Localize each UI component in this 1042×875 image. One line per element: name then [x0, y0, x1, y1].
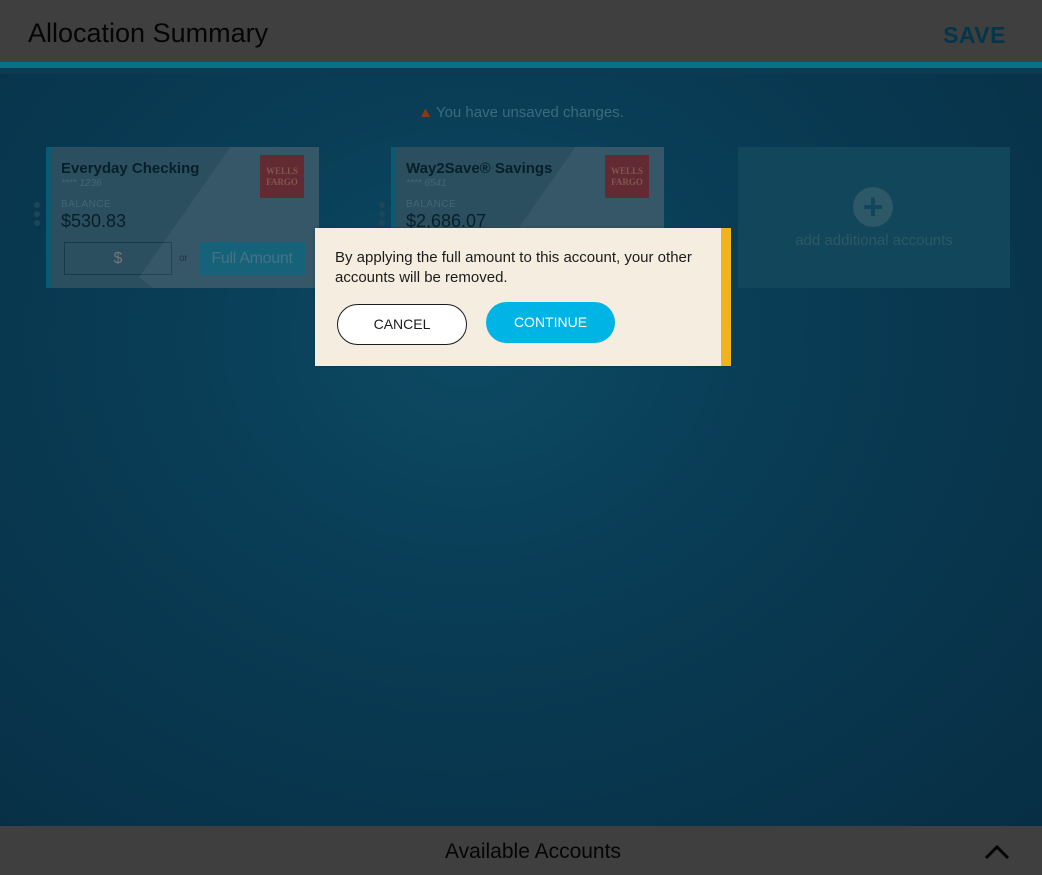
account-number: **** 6541 [406, 178, 447, 189]
page-title: Allocation Summary [28, 18, 269, 48]
account-name: Way2Save® Savings [406, 160, 553, 177]
save-button[interactable]: SAVE [943, 22, 1006, 49]
available-accounts-bar[interactable]: Available Accounts [0, 826, 1042, 875]
drag-handle-checking[interactable] [34, 202, 42, 230]
unsaved-changes-notice: ▲ You have unsaved changes. [0, 104, 1042, 121]
or-label: or [179, 253, 188, 264]
dialog-message: By applying the full amount to this acco… [335, 249, 692, 286]
account-name: Everyday Checking [61, 160, 200, 177]
chevron-up-icon[interactable] [984, 836, 1010, 867]
balance-label: BALANCE [61, 199, 112, 210]
unsaved-changes-text: You have unsaved changes. [435, 104, 624, 121]
account-card-checking: Everyday Checking **** 1236 BALANCE $530… [46, 147, 319, 288]
warning-icon: ▲ [418, 104, 433, 121]
add-accounts-tile[interactable]: + add additional accounts [738, 147, 1010, 288]
full-amount-button[interactable]: Full Amount [199, 242, 305, 275]
account-number: **** 1236 [61, 178, 102, 189]
full-amount-confirm-dialog: By applying the full amount to this acco… [315, 228, 731, 366]
continue-button[interactable]: CONTINUE [486, 302, 615, 343]
balance-label: BALANCE [406, 199, 457, 210]
add-accounts-label: add additional accounts [795, 232, 953, 249]
drag-handle-savings[interactable] [379, 202, 387, 230]
available-accounts-title: Available Accounts [445, 840, 621, 863]
plus-circle-icon: + [853, 187, 893, 227]
wells-fargo-logo: WELLS FARGO [605, 155, 649, 198]
cancel-button[interactable]: CANCEL [337, 304, 467, 345]
app-header: Allocation Summary SAVE [0, 0, 1042, 68]
wells-fargo-logo: WELLS FARGO [260, 155, 304, 198]
account-balance: $530.83 [61, 211, 127, 231]
amount-input[interactable] [64, 242, 172, 275]
